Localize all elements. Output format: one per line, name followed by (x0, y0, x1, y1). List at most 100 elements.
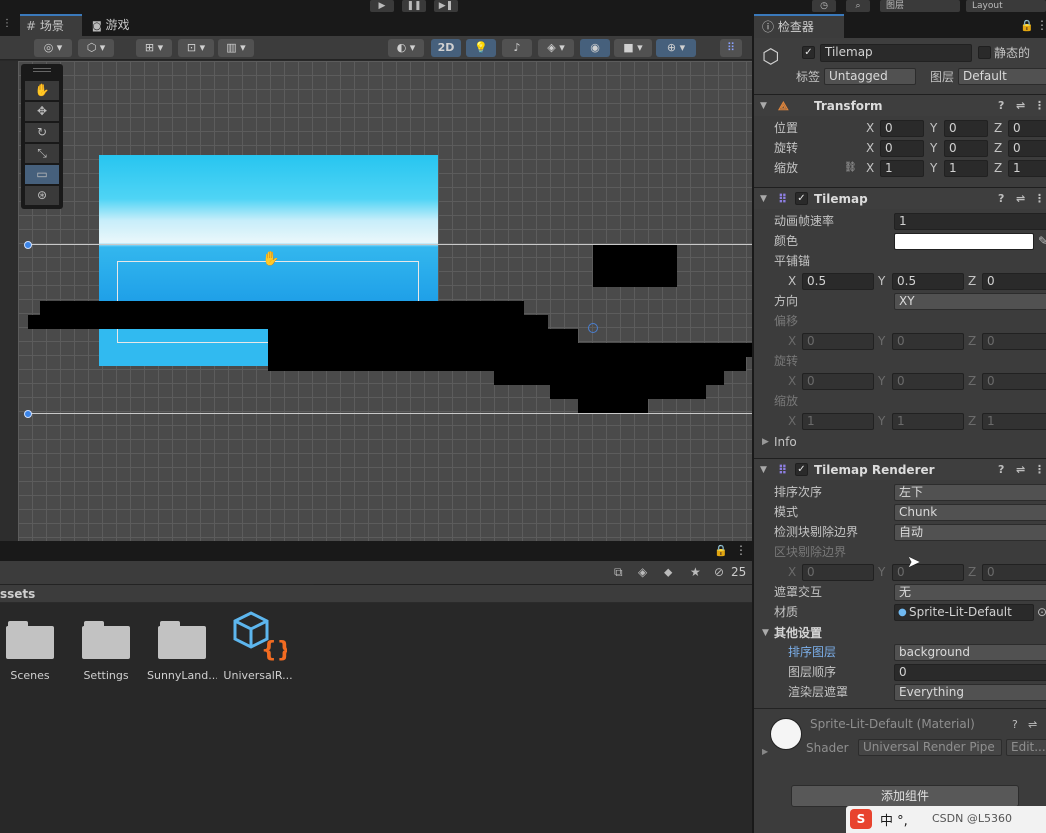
anim-rate-field[interactable]: 1 (894, 213, 1046, 230)
shading-dropdown[interactable]: ◐ ▾ (388, 39, 424, 57)
effects-dropdown[interactable]: ◈ ▾ (538, 39, 574, 57)
help-icon[interactable]: ? (1012, 718, 1018, 731)
asset-item[interactable]: SunnyLand... (147, 621, 217, 682)
tilemap-header[interactable]: ▼ ⠿ ✓ Tilemap ? ⇌ ⋮ (754, 187, 1046, 209)
rotation-z-field[interactable]: 0 (1008, 140, 1046, 157)
add-component-button[interactable]: 添加组件 (791, 785, 1019, 807)
grid-snap-dropdown[interactable]: ⊞ ▾ (136, 39, 172, 57)
sorting-layer-dropdown[interactable]: background (894, 644, 1046, 661)
info-foldout[interactable]: ▶ Info (754, 432, 1046, 452)
mode-2d-toggle[interactable]: 2D (431, 39, 461, 57)
pause-button[interactable]: ❚❚ (402, 0, 426, 12)
tab-game[interactable]: ◙ 游戏 (88, 14, 148, 36)
color-swatch[interactable] (894, 233, 1034, 250)
material-field[interactable]: ● Sprite-Lit-Default (894, 604, 1034, 621)
shader-edit-button[interactable]: Edit... (1006, 739, 1046, 756)
gizmos-dropdown[interactable]: ⊕ ▾ (656, 39, 696, 57)
tilemap-enabled-checkbox[interactable]: ✓ (795, 192, 808, 205)
tab-scene[interactable]: # 场景 (20, 14, 82, 36)
shader-dropdown[interactable]: Universal Render Pipe (858, 739, 1002, 756)
visibility-toggle-icon[interactable]: ◉ (580, 39, 610, 57)
eyedropper-icon[interactable]: ✎ (1038, 231, 1046, 251)
handle-top-left[interactable] (24, 241, 32, 249)
asset-item[interactable]: {} UniversalR... (223, 611, 293, 682)
foldout-arrow-icon[interactable]: ▶ (762, 432, 769, 452)
rotation-y-field[interactable]: 0 (944, 140, 988, 157)
scale-x-field[interactable]: 1 (880, 160, 924, 177)
position-x-field[interactable]: 0 (880, 120, 924, 137)
renderer-enabled-checkbox[interactable]: ✓ (795, 463, 808, 476)
play-button[interactable]: ▶ (370, 0, 394, 12)
pivot-handle[interactable] (588, 323, 598, 333)
position-y-field[interactable]: 0 (944, 120, 988, 137)
mode-dropdown[interactable]: Chunk (894, 504, 1046, 521)
rotate-tool-icon[interactable]: ↻ (25, 123, 59, 142)
help-icon[interactable]: ? (998, 459, 1004, 481)
object-name-field[interactable]: Tilemap (820, 44, 972, 62)
rotation-x-field[interactable]: 0 (880, 140, 924, 157)
drag-handle-icon[interactable] (33, 68, 51, 72)
cube-dropdown[interactable]: ⬡ ▾ (78, 39, 114, 57)
more-icon[interactable]: ⋮ (1034, 95, 1045, 117)
render-mask-dropdown[interactable]: Everything (894, 684, 1046, 701)
ime-mode[interactable]: 中 °, (880, 810, 908, 829)
scene-viewport[interactable]: ✋ (18, 61, 752, 541)
step-button[interactable]: ▶❚ (434, 0, 458, 12)
anchor-y-field[interactable]: 0.5 (892, 273, 964, 290)
order-field[interactable]: 0 (894, 664, 1046, 681)
foldout-arrow-icon[interactable]: ▼ (760, 95, 767, 117)
layer-dropdown[interactable]: Default (958, 68, 1046, 85)
camera-dropdown[interactable]: ■ ▾ (614, 39, 652, 57)
search-options-icon[interactable]: ⧉ (614, 565, 623, 580)
draw-mode-dropdown[interactable]: ◎ ▾ (34, 39, 72, 57)
static-checkbox[interactable] (978, 46, 991, 59)
asset-item[interactable]: Scenes (0, 621, 65, 682)
layers-dropdown[interactable]: 图层 (880, 0, 960, 12)
asset-item[interactable]: Settings (71, 621, 141, 682)
orientation-dropdown[interactable]: XY (894, 293, 1046, 310)
help-icon[interactable]: ? (998, 95, 1004, 117)
foldout-arrow-icon[interactable]: ▶ (762, 747, 768, 756)
lock-icon[interactable]: 🔒 (1020, 19, 1034, 32)
mask-dropdown[interactable]: 无 (894, 584, 1046, 601)
hand-tool-icon[interactable]: ✋ (25, 81, 59, 100)
link-icon[interactable]: ⛓ (844, 158, 857, 178)
move-tool-icon[interactable]: ✥ (25, 102, 59, 121)
tag-dropdown[interactable]: Untagged (824, 68, 916, 85)
handle-bottom-left[interactable] (24, 410, 32, 418)
more-icon[interactable]: ⋮ (1036, 18, 1046, 32)
lighting-toggle-icon[interactable]: 💡 (466, 39, 496, 57)
more-icon[interactable]: ⋮ (1034, 459, 1045, 481)
history-icon[interactable]: ◷ (812, 0, 836, 12)
more-icon[interactable]: ⋮ (1034, 188, 1045, 210)
hidden-packages-icon[interactable]: ⊘ (714, 565, 724, 579)
search-icon[interactable]: ⌕ (846, 0, 870, 12)
other-settings-foldout[interactable]: ▼ 其他设置 (754, 623, 1046, 643)
transform-header[interactable]: ▼ ⟁ Transform ? ⇌ ⋮ (754, 94, 1046, 116)
ime-logo-icon[interactable]: S (850, 809, 872, 829)
foldout-arrow-icon[interactable]: ▼ (762, 623, 769, 643)
anchor-x-field[interactable]: 0.5 (802, 273, 874, 290)
presets-icon[interactable]: ⇌ (1016, 188, 1025, 210)
more-icon[interactable]: ⋮ (735, 543, 747, 557)
sort-order-dropdown[interactable]: 左下 (894, 484, 1046, 501)
more-icon[interactable]: ⋮ (2, 18, 12, 29)
presets-icon[interactable]: ⇌ (1016, 95, 1025, 117)
scale-y-field[interactable]: 1 (944, 160, 988, 177)
label-icon[interactable]: ⬥ (664, 565, 672, 580)
lock-icon[interactable]: 🔒 (714, 544, 728, 557)
audio-toggle-icon[interactable]: ♪ (502, 39, 532, 57)
detect-cull-dropdown[interactable]: 自动 (894, 524, 1046, 541)
foldout-arrow-icon[interactable]: ▼ (760, 188, 767, 210)
favorite-icon[interactable]: ★ (690, 565, 701, 579)
transform-tool-icon[interactable]: ⊛ (25, 186, 59, 205)
active-checkbox[interactable]: ✓ (802, 46, 815, 59)
layout-dropdown[interactable]: Layout (966, 0, 1046, 12)
position-z-field[interactable]: 0 (1008, 120, 1046, 137)
help-icon[interactable]: ? (998, 188, 1004, 210)
anchor-z-field[interactable]: 0 (982, 273, 1046, 290)
tilemap-renderer-header[interactable]: ▼ ⠿ ✓ Tilemap Renderer ? ⇌ ⋮ (754, 458, 1046, 480)
object-picker-icon[interactable]: ⊙ (1037, 602, 1046, 622)
foldout-arrow-icon[interactable]: ▼ (760, 459, 767, 481)
tab-inspector[interactable]: ⓘ 检查器 (754, 14, 844, 38)
